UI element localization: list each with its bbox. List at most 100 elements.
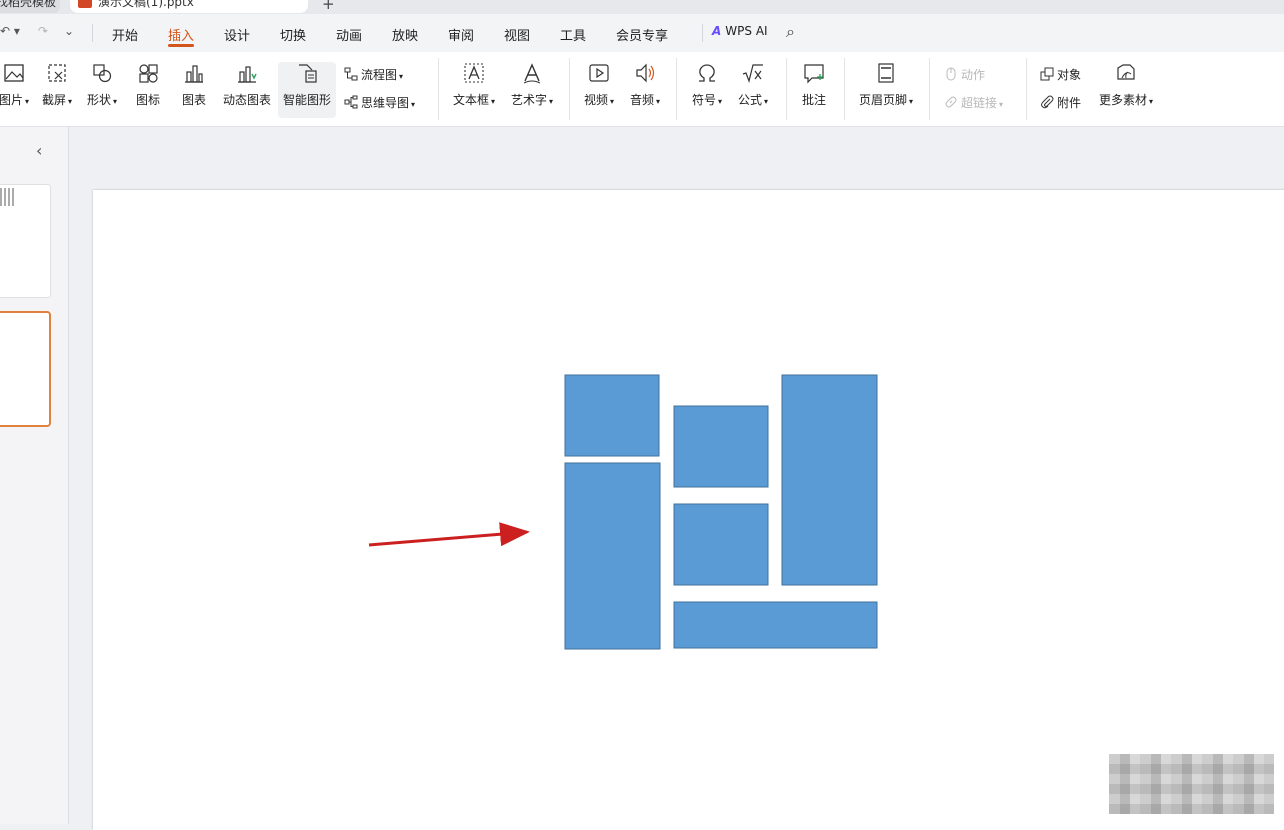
audio-button[interactable]: 音频 ▾ xyxy=(626,62,664,118)
chevron-down-icon: ▾ xyxy=(909,97,914,106)
dynamic-chart-label: 动态图表 xyxy=(222,93,271,107)
rect-tall-left[interactable] xyxy=(564,462,661,650)
tab-active-title: 演示文稿(1).pptx xyxy=(98,0,194,9)
shapes-label: 形状 xyxy=(86,93,111,107)
chevron-down-icon: ▾ xyxy=(399,72,404,81)
menu-tools[interactable]: 工具 xyxy=(560,25,586,44)
chart-button[interactable]: 图表 xyxy=(178,62,210,118)
chevron-down-icon: ▾ xyxy=(25,97,30,106)
ribbon-divider xyxy=(569,58,570,120)
flowchart-label: 流程图 xyxy=(361,68,398,82)
red-arrow[interactable] xyxy=(368,522,530,547)
object-label: 对象 xyxy=(1057,68,1082,82)
menu-transitions[interactable]: 切换 xyxy=(280,25,306,44)
slide-thumbnail-pane: ‹ xyxy=(0,127,69,824)
icons-button[interactable]: 图标 xyxy=(132,62,164,118)
pixelated-watermark xyxy=(1109,754,1274,814)
wps-ai-button[interactable]: A WPS AI xyxy=(712,24,768,38)
symbol-button[interactable]: 符号 ▾ xyxy=(688,62,726,118)
rect-tall-right[interactable] xyxy=(781,374,878,586)
more-assets-button[interactable]: 更多素材 ▾ xyxy=(1096,62,1156,118)
smart-art-button[interactable]: 智能图形 xyxy=(278,62,336,118)
menu-divider xyxy=(92,24,93,42)
slide-thumbnail-2-selected[interactable] xyxy=(0,311,51,427)
ribbon-insert: 图片 ▾ 截屏 ▾ 形状 ▾ 图标 图表 动态图表 智能图形 流程图 ▾ 思维导图 ▾ 文… xyxy=(0,52,1284,127)
tab-active-document[interactable]: 演示文稿(1).pptx ⌃ xyxy=(70,0,308,13)
attachment-label: 附件 xyxy=(1057,96,1082,110)
menu-design[interactable]: 设计 xyxy=(224,25,250,44)
flowchart-icon xyxy=(344,67,358,81)
smart-art-icon xyxy=(299,64,317,83)
object-button[interactable]: 对象 xyxy=(1040,66,1081,86)
redo-icon[interactable]: ↷ xyxy=(38,24,48,38)
chevron-down-icon: ▾ xyxy=(999,100,1004,109)
flowchart-button[interactable]: 流程图 ▾ xyxy=(344,66,403,86)
active-menu-indicator xyxy=(168,44,194,47)
formula-sqrt-icon xyxy=(742,64,763,84)
collapse-pane-chevron-left-icon[interactable]: ‹ xyxy=(36,141,42,160)
ribbon-divider xyxy=(1026,58,1027,120)
omega-icon xyxy=(699,64,715,82)
menu-view[interactable]: 视图 xyxy=(504,25,530,44)
textbox-label: 文本框 xyxy=(452,93,489,107)
attachment-button[interactable]: 附件 xyxy=(1040,94,1081,114)
rect-top-left[interactable] xyxy=(564,374,660,457)
wordart-icon xyxy=(523,63,541,84)
ppt-file-icon xyxy=(78,0,92,8)
screenshot-label: 截屏 xyxy=(41,93,66,107)
title-bar: 找稻壳模板 演示文稿(1).pptx ⌃ + xyxy=(0,0,1284,14)
current-slide[interactable] xyxy=(93,190,1284,830)
dynamic-chart-icon xyxy=(238,66,257,83)
chevron-down-icon: ▾ xyxy=(656,97,661,106)
ribbon-divider xyxy=(844,58,845,120)
audio-label: 音频 xyxy=(629,93,654,107)
hyperlink-button[interactable]: 超链接 ▾ xyxy=(944,94,1003,114)
comment-add-icon xyxy=(804,64,824,84)
search-icon[interactable]: ⌕ xyxy=(786,22,795,42)
menu-review[interactable]: 审阅 xyxy=(448,25,474,44)
menu-insert[interactable]: 插入 xyxy=(168,25,194,44)
rect-middle-bottom[interactable] xyxy=(673,503,769,586)
tab-previous[interactable]: 找稻壳模板 xyxy=(0,0,60,13)
insert-picture-button[interactable]: 图片 ▾ xyxy=(0,62,34,118)
rect-middle-top[interactable] xyxy=(673,405,769,488)
mindmap-button[interactable]: 思维导图 ▾ xyxy=(344,94,415,114)
link-icon xyxy=(945,96,957,108)
menu-animation[interactable]: 动画 xyxy=(336,25,362,44)
video-button[interactable]: 视频 ▾ xyxy=(580,62,618,118)
ribbon-divider xyxy=(676,58,677,120)
wps-ai-label: WPS AI xyxy=(725,24,768,38)
shapes-button[interactable]: 形状 ▾ xyxy=(84,62,120,118)
symbol-label: 符号 xyxy=(691,93,716,107)
header-footer-button[interactable]: 页眉页脚 ▾ xyxy=(856,62,916,118)
bar-chart-icon xyxy=(185,65,203,83)
qr-code-icon xyxy=(0,188,16,206)
formula-button[interactable]: 公式 ▾ xyxy=(734,62,772,118)
ribbon-divider xyxy=(438,58,439,120)
undo-icon[interactable]: ↶ ▾ xyxy=(0,24,20,38)
comment-button[interactable]: 批注 xyxy=(798,62,830,118)
chevron-down-icon: ▾ xyxy=(764,97,769,106)
menu-member[interactable]: 会员专享 xyxy=(616,25,668,44)
rect-bottom-wide[interactable] xyxy=(673,601,878,649)
textbox-button[interactable]: 文本框 ▾ xyxy=(450,62,498,118)
quick-access-dropdown-icon[interactable]: ⌄ xyxy=(64,24,74,38)
menu-bar: ↶ ▾ ↷ ⌄ 开始 插入 设计 切换 动画 放映 审阅 视图 工具 会员专享 … xyxy=(0,14,1284,52)
menu-slideshow[interactable]: 放映 xyxy=(392,25,418,44)
new-tab-button[interactable]: + xyxy=(322,0,335,13)
slide-editor-canvas xyxy=(69,127,1284,830)
mouse-icon xyxy=(946,67,956,81)
dynamic-chart-button[interactable]: 动态图表 xyxy=(222,62,272,118)
tab-close-icon[interactable]: ⌃ xyxy=(290,0,298,5)
screenshot-button[interactable]: 截屏 ▾ xyxy=(38,62,76,118)
wordart-button[interactable]: 艺术字 ▾ xyxy=(508,62,556,118)
slide-thumbnail-1[interactable] xyxy=(0,184,51,298)
menu-home[interactable]: 开始 xyxy=(112,25,138,44)
object-icon xyxy=(1040,67,1054,81)
slide-shapes xyxy=(368,374,878,650)
wps-ai-logo-icon: A xyxy=(712,24,722,38)
action-button[interactable]: 动作 xyxy=(944,66,985,86)
tab-previous-label: 找稻壳模板 xyxy=(0,0,57,9)
chart-label: 图表 xyxy=(181,93,206,107)
assets-icon xyxy=(1117,64,1135,80)
